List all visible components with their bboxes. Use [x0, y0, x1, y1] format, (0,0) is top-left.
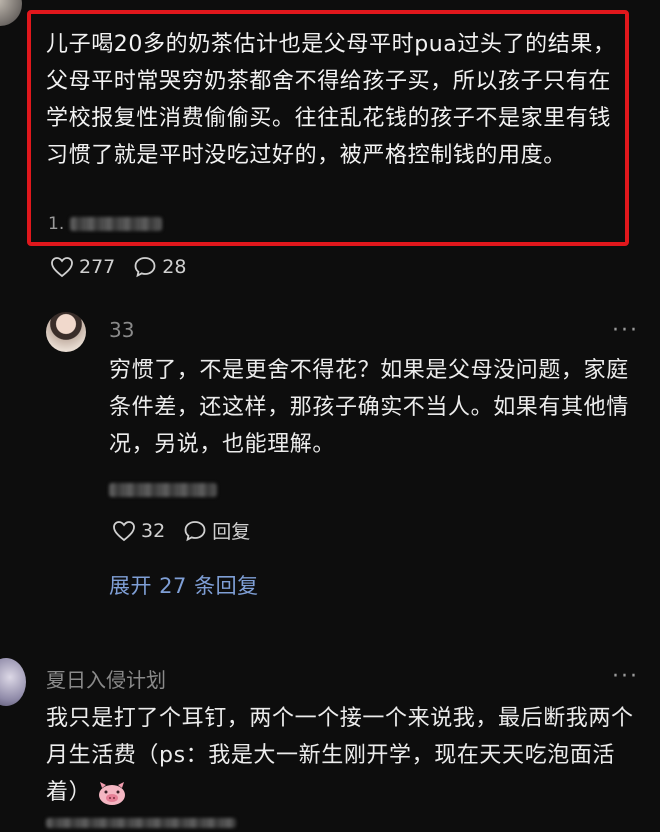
like-button[interactable]: 32 [112, 520, 165, 542]
comment-button[interactable]: 28 [133, 256, 186, 278]
blurred-timestamp [46, 818, 236, 828]
reply-label: 回复 [212, 521, 251, 543]
avatar[interactable] [46, 312, 86, 352]
like-count: 32 [141, 519, 166, 542]
comment-icon [184, 520, 206, 541]
like-count: 277 [79, 256, 116, 278]
more-icon[interactable]: ··· [612, 318, 639, 343]
comment-1-actions: 277 28 [50, 256, 186, 278]
timestamp-prefix: 1. [48, 214, 65, 234]
comment-3-body: 我只是打了个耳钉，两个一个接一个来说我，最后断我两个月生活费（ps：我是大一新生… [46, 706, 634, 805]
heart-icon [113, 520, 135, 541]
comment-2-text: 穷惯了，不是更舍不得花？如果是父母没问题，家庭条件差，还这样，那孩子确实不当人。… [109, 358, 629, 457]
pig-emoji-icon [99, 782, 126, 805]
more-icon[interactable]: ··· [612, 664, 639, 689]
comment-3-text: 我只是打了个耳钉，两个一个接一个来说我，最后断我两个月生活费（ps：我是大一新生… [46, 700, 646, 811]
comment-2-actions: 32 回复 [112, 517, 250, 544]
username[interactable]: 夏日入侵计划 [46, 664, 166, 693]
avatar[interactable] [0, 658, 26, 706]
avatar-top-partial[interactable] [0, 0, 22, 26]
comment-1-timestamp: 1. [48, 214, 163, 234]
username[interactable]: 33 [109, 318, 134, 342]
reply-button[interactable]: 回复 [183, 517, 250, 544]
heart-icon [51, 257, 73, 278]
reply-count: 28 [162, 256, 187, 278]
expand-replies-link[interactable]: 展开 27 条回复 [109, 570, 259, 600]
comment-2-timestamp [109, 482, 217, 501]
comment-1-text: 儿子喝20多的奶茶估计也是父母平时pua过头了的结果，父母平时常哭穷奶茶都舍不得… [46, 32, 616, 168]
like-button[interactable]: 277 [50, 256, 115, 278]
comment-3-timestamp [46, 813, 236, 832]
blurred-timestamp [109, 483, 217, 497]
comment-icon [134, 257, 156, 278]
blurred-timestamp [70, 217, 163, 231]
